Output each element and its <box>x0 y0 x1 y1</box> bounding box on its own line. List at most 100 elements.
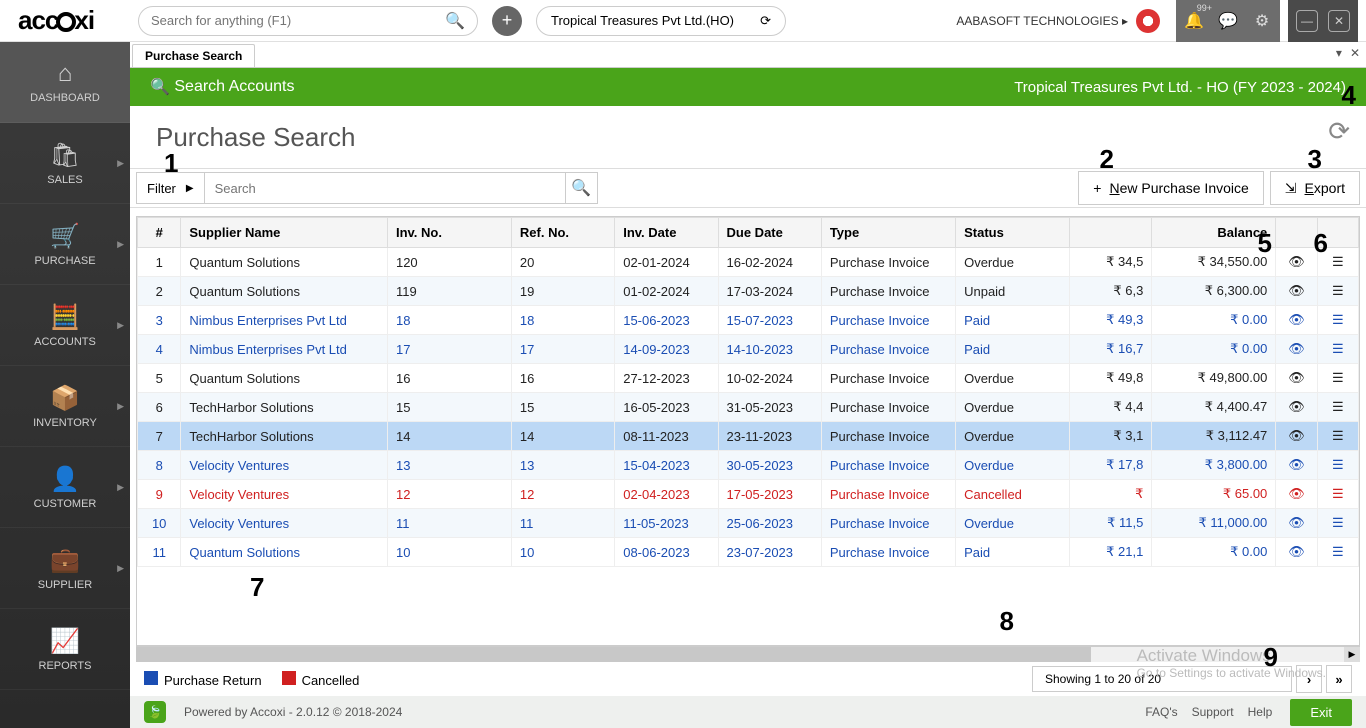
minimize-button[interactable]: — <box>1296 10 1318 32</box>
column-header[interactable]: Due Date <box>718 218 821 248</box>
refresh-icon[interactable]: ⟳ <box>1328 116 1350 147</box>
column-header[interactable]: Inv. Date <box>615 218 718 248</box>
view-icon[interactable]: 👁 <box>1276 509 1317 538</box>
column-header[interactable] <box>1069 218 1152 248</box>
search-icon[interactable]: 🔍 <box>445 11 465 31</box>
search-input[interactable] <box>205 173 565 203</box>
more-icon[interactable]: ☰ <box>1317 248 1358 277</box>
new-purchase-invoice-button[interactable]: + New Purchase Invoice <box>1078 171 1264 205</box>
table-row[interactable]: 3Nimbus Enterprises Pvt Ltd181815-06-202… <box>138 306 1359 335</box>
sidebar-item-label: CUSTOMER <box>34 498 97 510</box>
close-button[interactable]: ✕ <box>1328 10 1350 32</box>
top-bar: accxi 🔍 + Tropical Treasures Pvt Ltd.(HO… <box>0 0 1366 42</box>
export-button[interactable]: ⇲ Export <box>1270 171 1360 205</box>
tab-bar: Purchase Search ▾ ✕ <box>130 42 1366 68</box>
more-icon[interactable]: ☰ <box>1317 277 1358 306</box>
sidebar-item-reports[interactable]: 📈REPORTS <box>0 609 130 690</box>
view-icon[interactable]: 👁 <box>1276 538 1317 567</box>
next-page-button[interactable]: › <box>1296 665 1322 693</box>
table-row[interactable]: 4Nimbus Enterprises Pvt Ltd171714-09-202… <box>138 335 1359 364</box>
footer-link[interactable]: Help <box>1248 705 1273 719</box>
column-header[interactable] <box>1276 218 1317 248</box>
footer-link[interactable]: FAQ's <box>1145 705 1177 719</box>
column-header[interactable]: Type <box>821 218 955 248</box>
column-header[interactable] <box>1317 218 1358 248</box>
column-header[interactable]: Inv. No. <box>387 218 511 248</box>
footer-link[interactable]: Support <box>1192 705 1234 719</box>
scroll-thumb[interactable] <box>136 647 1091 662</box>
context-title: Search Accounts <box>174 78 294 96</box>
global-search[interactable]: 🔍 <box>138 6 478 36</box>
view-icon[interactable]: 👁 <box>1276 277 1317 306</box>
table-row[interactable]: 10Velocity Ventures111111-05-202325-06-2… <box>138 509 1359 538</box>
customer-icon: 👤 <box>50 465 80 494</box>
view-icon[interactable]: 👁 <box>1276 248 1317 277</box>
table-row[interactable]: 11Quantum Solutions101008-06-202323-07-2… <box>138 538 1359 567</box>
accounts-icon: 🧮 <box>50 303 80 332</box>
chevron-right-icon: ▶ <box>117 482 124 493</box>
refresh-icon[interactable]: ⟳ <box>760 13 771 29</box>
more-icon[interactable]: ☰ <box>1317 451 1358 480</box>
tab-minimize-icon[interactable]: ▾ <box>1336 46 1342 60</box>
column-header[interactable]: # <box>138 218 181 248</box>
sidebar-item-inventory[interactable]: 📦INVENTORY▶ <box>0 366 130 447</box>
search-button[interactable]: 🔍 <box>565 173 597 203</box>
more-icon[interactable]: ☰ <box>1317 422 1358 451</box>
column-header[interactable]: Status <box>956 218 1070 248</box>
footer: 🍃 Powered by Accoxi - 2.0.12 © 2018-2024… <box>130 696 1366 728</box>
gear-icon[interactable]: ⚙ <box>1252 11 1272 31</box>
table-row[interactable]: 8Velocity Ventures131315-04-202330-05-20… <box>138 451 1359 480</box>
tool-tray: 🔔99+ 💬 ⚙ <box>1176 0 1280 42</box>
more-icon[interactable]: ☰ <box>1317 393 1358 422</box>
column-header[interactable]: Balance <box>1152 218 1276 248</box>
view-icon[interactable]: 👁 <box>1276 393 1317 422</box>
org-link[interactable]: AABASOFT TECHNOLOGIES ▸ <box>956 14 1128 28</box>
chevron-right-icon: ▶ <box>117 563 124 574</box>
more-icon[interactable]: ☰ <box>1317 480 1358 509</box>
view-icon[interactable]: 👁 <box>1276 451 1317 480</box>
view-icon[interactable]: 👁 <box>1276 335 1317 364</box>
scroll-right-icon[interactable]: ▶ <box>1344 647 1360 662</box>
sidebar-item-supplier[interactable]: 💼SUPPLIER▶ <box>0 528 130 609</box>
bell-icon[interactable]: 🔔99+ <box>1184 11 1204 31</box>
column-header[interactable]: Supplier Name <box>181 218 388 248</box>
view-icon[interactable]: 👁 <box>1276 364 1317 393</box>
table-row[interactable]: 2Quantum Solutions1191901-02-202417-03-2… <box>138 277 1359 306</box>
column-header[interactable]: Ref. No. <box>511 218 614 248</box>
global-search-input[interactable] <box>151 13 445 28</box>
filter-button[interactable]: Filter ▶ <box>137 173 205 203</box>
more-icon[interactable]: ☰ <box>1317 306 1358 335</box>
sidebar-item-label: SALES <box>47 174 82 186</box>
sidebar-item-dashboard[interactable]: ⌂DASHBOARD <box>0 42 130 123</box>
more-icon[interactable]: ☰ <box>1317 509 1358 538</box>
table-row[interactable]: 9Velocity Ventures121202-04-202317-05-20… <box>138 480 1359 509</box>
sidebar-item-sales[interactable]: 🛍SALES▶ <box>0 123 130 204</box>
chat-icon[interactable]: 💬 <box>1218 11 1238 31</box>
last-page-button[interactable]: » <box>1326 665 1352 693</box>
sidebar-item-customer[interactable]: 👤 CUSTOMER ▶ <box>0 447 130 528</box>
more-icon[interactable]: ☰ <box>1317 364 1358 393</box>
add-button[interactable]: + <box>492 6 522 36</box>
view-icon[interactable]: 👁 <box>1276 480 1317 509</box>
sidebar-item-label: INVENTORY <box>33 417 97 429</box>
sidebar-item-label: PURCHASE <box>34 255 95 267</box>
tab-close-icon[interactable]: ✕ <box>1350 46 1360 60</box>
more-icon[interactable]: ☰ <box>1317 335 1358 364</box>
swirl-icon[interactable] <box>1136 9 1160 33</box>
app-logo: accxi <box>8 5 128 36</box>
more-icon[interactable]: ☰ <box>1317 538 1358 567</box>
view-icon[interactable]: 👁 <box>1276 422 1317 451</box>
exit-button[interactable]: Exit <box>1290 699 1352 726</box>
sidebar-item-accounts[interactable]: 🧮ACCOUNTS▶ <box>0 285 130 366</box>
pager-info: Showing 1 to 20 of 20 <box>1032 666 1292 692</box>
table-row[interactable]: 7TechHarbor Solutions141408-11-202323-11… <box>138 422 1359 451</box>
table-row[interactable]: 1Quantum Solutions1202002-01-202416-02-2… <box>138 248 1359 277</box>
table-row[interactable]: 5Quantum Solutions161627-12-202310-02-20… <box>138 364 1359 393</box>
company-selector[interactable]: Tropical Treasures Pvt Ltd.(HO) ⟳ <box>536 6 786 36</box>
tab-purchase-search[interactable]: Purchase Search <box>132 44 255 67</box>
notification-badge: 99+ <box>1197 3 1212 13</box>
table-row[interactable]: 6TechHarbor Solutions151516-05-202331-05… <box>138 393 1359 422</box>
horizontal-scrollbar[interactable]: ◀ ▶ <box>136 646 1360 662</box>
view-icon[interactable]: 👁 <box>1276 306 1317 335</box>
sidebar-item-purchase[interactable]: 🛒PURCHASE▶ <box>0 204 130 285</box>
